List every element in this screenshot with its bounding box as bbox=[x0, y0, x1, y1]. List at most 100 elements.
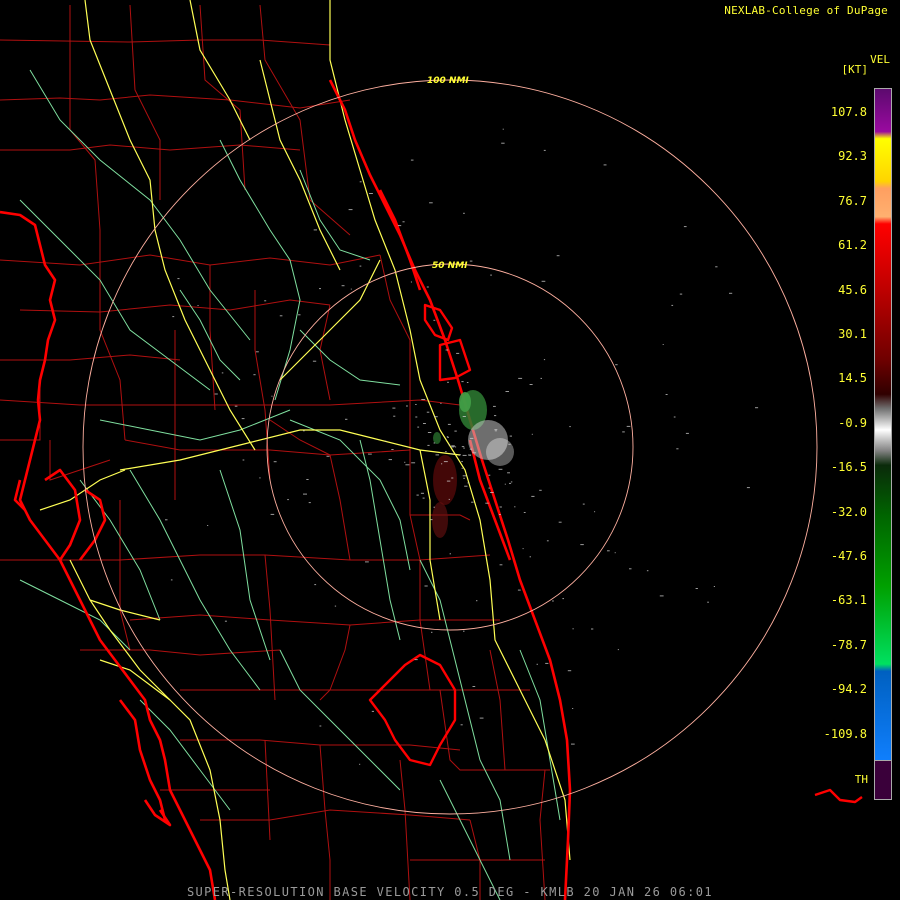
speckle bbox=[445, 349, 449, 351]
legend-label: 76.7 bbox=[838, 193, 867, 208]
speckle bbox=[488, 487, 491, 489]
speckle bbox=[546, 540, 549, 542]
speckle bbox=[729, 292, 733, 294]
speckle bbox=[469, 260, 473, 262]
speckle bbox=[221, 372, 224, 374]
speckle bbox=[404, 461, 406, 463]
speckle bbox=[172, 316, 175, 318]
county-boundaries bbox=[0, 4, 550, 900]
range-ring-inner-label: 50 NMI bbox=[432, 261, 468, 271]
speckle bbox=[420, 492, 424, 494]
speckle bbox=[427, 432, 432, 433]
speckle bbox=[177, 278, 180, 280]
legend-label: 107.8 bbox=[830, 105, 867, 119]
speckle bbox=[371, 710, 374, 712]
speckle bbox=[556, 255, 560, 257]
speckle bbox=[607, 550, 610, 552]
speckle bbox=[541, 280, 546, 282]
speckle bbox=[434, 416, 438, 418]
legend-label: 30.1 bbox=[838, 327, 867, 341]
speckle bbox=[665, 394, 668, 395]
speckle bbox=[433, 319, 436, 321]
speckle bbox=[449, 553, 451, 555]
speckle bbox=[617, 649, 619, 651]
speckle bbox=[345, 418, 348, 420]
speckle bbox=[713, 586, 715, 587]
speckle bbox=[454, 446, 457, 448]
speckle bbox=[448, 498, 450, 500]
speckle bbox=[259, 477, 261, 479]
speckle bbox=[359, 265, 362, 267]
speckle bbox=[571, 743, 575, 745]
speckle bbox=[462, 475, 467, 477]
speckle bbox=[447, 381, 449, 383]
speckle bbox=[695, 588, 698, 589]
speckle bbox=[388, 459, 392, 461]
speckle bbox=[685, 432, 689, 434]
legend-units: [KT] bbox=[841, 63, 869, 76]
legend-label: -47.6 bbox=[830, 549, 867, 563]
speckle bbox=[646, 570, 649, 572]
legend-label: 14.5 bbox=[838, 371, 867, 386]
speckle bbox=[591, 628, 594, 630]
speckle bbox=[462, 454, 467, 456]
speckle bbox=[427, 444, 430, 446]
speckle bbox=[397, 225, 402, 227]
speckle bbox=[312, 360, 317, 362]
speckle bbox=[529, 384, 533, 385]
speckle bbox=[558, 521, 562, 523]
speckle bbox=[529, 556, 531, 558]
speckle bbox=[446, 480, 451, 482]
velocity-rf-swatch bbox=[874, 760, 892, 800]
speckle bbox=[341, 285, 345, 287]
speckle bbox=[614, 552, 616, 554]
speckle bbox=[746, 487, 750, 489]
data-source-credit: NEXLAB-College of DuPage bbox=[724, 4, 888, 17]
speckle bbox=[755, 407, 759, 409]
speckle bbox=[410, 281, 412, 283]
speckle bbox=[517, 589, 521, 591]
legend-label: 92.3 bbox=[838, 149, 867, 164]
speckle bbox=[319, 725, 322, 727]
speckle bbox=[522, 548, 524, 550]
legend-label: -16.5 bbox=[830, 460, 867, 475]
speckle bbox=[314, 584, 317, 586]
speckle bbox=[499, 564, 503, 566]
speckle bbox=[461, 467, 463, 469]
speckle bbox=[543, 359, 546, 361]
speckle bbox=[433, 442, 436, 444]
speckle bbox=[224, 620, 227, 622]
speckle bbox=[472, 452, 477, 454]
speckle bbox=[391, 449, 394, 450]
speckle bbox=[459, 454, 461, 456]
speckle bbox=[454, 430, 457, 432]
speckle bbox=[493, 405, 496, 407]
speckle bbox=[531, 433, 533, 435]
speckle bbox=[433, 506, 435, 508]
speckle bbox=[679, 293, 683, 295]
speckle bbox=[509, 435, 512, 437]
speckle bbox=[368, 453, 372, 455]
radar-map[interactable]: 50 NMI 100 NMI bbox=[0, 0, 900, 900]
speckle bbox=[469, 437, 474, 439]
speckle bbox=[359, 763, 361, 765]
speckle bbox=[715, 266, 718, 268]
speckle bbox=[539, 489, 542, 491]
speckle bbox=[485, 502, 489, 504]
speckle bbox=[490, 492, 494, 493]
speckle bbox=[567, 670, 572, 672]
speckle bbox=[384, 440, 387, 442]
speckle bbox=[421, 399, 426, 400]
speckle bbox=[451, 477, 454, 479]
speckle bbox=[422, 497, 425, 499]
speckle bbox=[441, 463, 443, 465]
speckle bbox=[392, 407, 396, 409]
speckle bbox=[445, 451, 447, 453]
speckle bbox=[488, 474, 491, 476]
speckle bbox=[415, 416, 418, 418]
speckle bbox=[510, 481, 513, 483]
speckle bbox=[676, 448, 679, 450]
speckle bbox=[461, 446, 465, 448]
legend-th-label: TH bbox=[854, 773, 868, 786]
speckle bbox=[509, 482, 512, 484]
